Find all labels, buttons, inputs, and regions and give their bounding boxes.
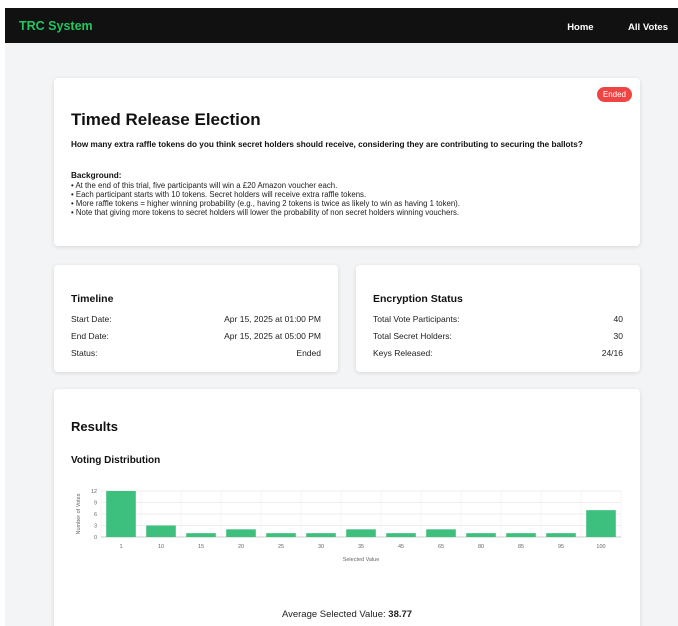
row-label: Total Secret Holders: xyxy=(373,331,452,341)
x-tick-label: 80 xyxy=(478,544,484,550)
main-nav: Home All Votes xyxy=(537,17,668,35)
background-item: • More raffle tokens = higher winning pr… xyxy=(71,199,460,208)
chart-bar xyxy=(586,510,616,537)
encryption-title: Encryption Status xyxy=(373,293,463,305)
row-label: Status: xyxy=(71,348,98,358)
row-label: Keys Released: xyxy=(373,348,433,358)
x-tick-label: 30 xyxy=(318,544,324,550)
results-card: Results Voting Distribution 0 3 6 9 12 1 10 15 2… xyxy=(54,389,640,626)
average-value: 38.77 xyxy=(388,609,413,620)
x-tick-label: 85 xyxy=(518,544,524,550)
row-value: 40 xyxy=(613,314,623,324)
background-item: • At the end of this trial, five partici… xyxy=(71,181,338,190)
row-label: End Date: xyxy=(71,331,109,341)
x-tick-label: 65 xyxy=(438,544,444,550)
x-tick-label: 10 xyxy=(158,544,164,550)
voting-distribution-chart: 0 3 6 9 12 1 10 15 20 25 30 35 45 65 80 85 95 100 Selected… xyxy=(76,489,622,563)
page-title: Timed Release Election xyxy=(71,110,261,129)
chart-bar xyxy=(226,529,256,537)
encryption-row-holders: Total Secret Holders: 30 xyxy=(373,331,623,341)
y-tick-label: 0 xyxy=(94,535,97,541)
y-axis-label: Number of Votes xyxy=(76,493,82,534)
nav-link-home[interactable]: Home xyxy=(567,22,593,33)
timeline-row-start: Start Date: Apr 15, 2025 at 01:00 PM xyxy=(71,314,321,324)
page-content: Ended Timed Release Election How many ex… xyxy=(5,43,678,626)
x-axis-label: Selected Value xyxy=(343,557,380,563)
x-tick-label: 35 xyxy=(358,544,364,550)
x-tick-label: 95 xyxy=(558,544,564,550)
chart-bar xyxy=(306,533,336,537)
timeline-card: Timeline Start Date: Apr 15, 2025 at 01:… xyxy=(54,265,338,372)
brand-logo[interactable]: TRC System xyxy=(19,19,537,33)
encryption-row-participants: Total Vote Participants: 40 xyxy=(373,314,623,324)
timeline-row-end: End Date: Apr 15, 2025 at 05:00 PM xyxy=(71,331,321,341)
chart-bar xyxy=(106,491,136,537)
timeline-row-status: Status: Ended xyxy=(71,348,321,358)
row-label: Total Vote Participants: xyxy=(373,314,460,324)
chart-bar xyxy=(346,529,376,537)
status-badge: Ended xyxy=(596,87,632,102)
election-question: How many extra raffle tokens do you thin… xyxy=(71,140,583,149)
y-tick-label: 3 xyxy=(94,524,97,530)
y-tick-label: 6 xyxy=(94,512,97,518)
encryption-card: Encryption Status Total Vote Participant… xyxy=(356,265,640,372)
chart-bar xyxy=(546,533,576,537)
x-tick-label: 25 xyxy=(278,544,284,550)
average-selected-value: Average Selected Value: 38.77 xyxy=(54,609,640,620)
y-tick-label: 12 xyxy=(91,489,97,495)
row-value: Ended xyxy=(296,348,321,358)
y-tick-label: 9 xyxy=(94,501,97,507)
background-item: • Each participant starts with 10 tokens… xyxy=(71,190,367,199)
background-item: • Note that giving more tokens to secret… xyxy=(71,208,460,217)
x-tick-label: 45 xyxy=(398,544,404,550)
nav-link-all-votes[interactable]: All Votes xyxy=(628,22,668,33)
chart-bar xyxy=(466,533,496,537)
x-tick-label: 20 xyxy=(238,544,244,550)
chart-bar xyxy=(146,525,176,537)
chart-bar xyxy=(426,529,456,537)
row-value: Apr 15, 2025 at 05:00 PM xyxy=(224,331,321,341)
average-label: Average Selected Value: xyxy=(281,609,389,620)
row-label: Start Date: xyxy=(71,314,112,324)
background-list: • At the end of this trial, five partici… xyxy=(71,181,460,217)
encryption-row-keys: Keys Released: 24/16 xyxy=(373,348,623,358)
chart-bar xyxy=(266,533,296,537)
distribution-title: Voting Distribution xyxy=(71,455,161,466)
x-tick-label: 100 xyxy=(596,544,605,550)
chart-bar xyxy=(506,533,536,537)
x-tick-label: 1 xyxy=(119,544,122,550)
x-tick-label: 15 xyxy=(198,544,204,550)
chart-bar xyxy=(386,533,416,537)
chart-bar xyxy=(186,533,216,537)
background-heading: Background: xyxy=(71,171,122,180)
timeline-title: Timeline xyxy=(71,293,114,305)
election-card: Ended Timed Release Election How many ex… xyxy=(54,78,640,246)
row-value: Apr 15, 2025 at 01:00 PM xyxy=(224,314,321,324)
top-nav-bar: TRC System Home All Votes xyxy=(5,8,678,43)
row-value: 24/16 xyxy=(601,348,623,358)
row-value: 30 xyxy=(613,331,623,341)
results-title: Results xyxy=(71,419,118,434)
